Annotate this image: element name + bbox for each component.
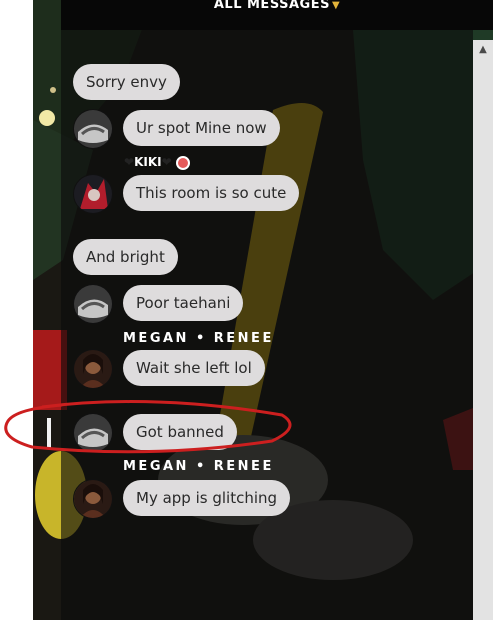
avatar[interactable] — [73, 109, 113, 149]
avatar[interactable] — [73, 284, 113, 324]
scroll-up-arrow-icon[interactable]: ▲ — [473, 40, 493, 58]
message-bubble[interactable]: My app is glitching — [123, 480, 291, 516]
red-circle-annotation — [4, 400, 292, 454]
message-bubble[interactable]: Poor taehani — [123, 285, 244, 321]
message-bubble[interactable]: Wait she left lol — [123, 350, 265, 386]
message-bubble[interactable]: This room is so cute — [123, 175, 300, 211]
avatar[interactable] — [73, 174, 113, 214]
avatar[interactable] — [73, 479, 113, 519]
messages-header[interactable]: ALL MESSAGES ▼ — [61, 0, 493, 30]
username-label[interactable]: ❤KIKI❤ — [124, 155, 190, 170]
username-label[interactable]: MEGAN • RENEE — [123, 459, 274, 474]
heart-icon: ❤ — [161, 155, 172, 169]
header-title: ALL MESSAGES — [213, 0, 330, 12]
badge-icon — [175, 155, 190, 170]
message-bubble[interactable]: Ur spot Mine now — [123, 110, 280, 146]
message-bubble[interactable]: And bright — [73, 239, 178, 275]
username-label[interactable]: MEGAN • RENEE — [123, 331, 274, 346]
chat-scrollbar[interactable]: ▲ — [473, 40, 493, 620]
message-bubble[interactable]: Sorry envy — [73, 64, 180, 100]
chevron-down-icon[interactable]: ▼ — [332, 0, 340, 11]
avatar[interactable] — [73, 349, 113, 389]
heart-icon: ❤ — [124, 155, 135, 169]
